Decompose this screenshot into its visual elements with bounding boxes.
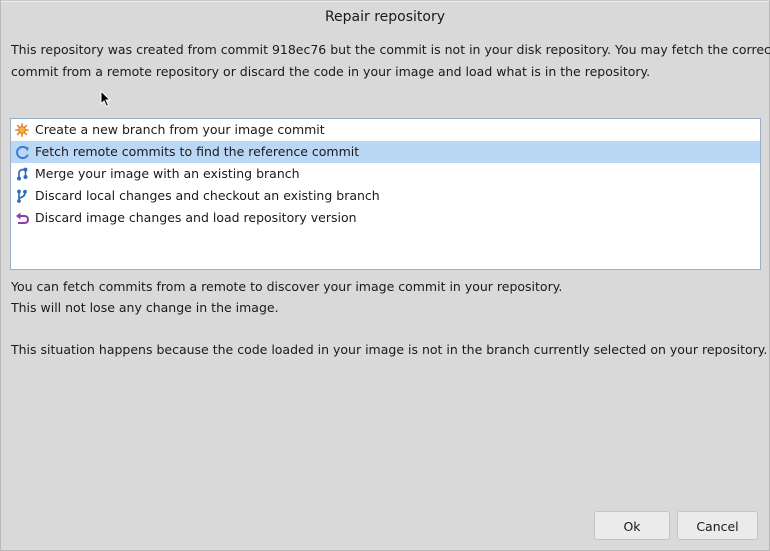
description-line-1: You can fetch commits from a remote to d… — [11, 279, 563, 294]
option-label: Create a new branch from your image comm… — [35, 122, 325, 137]
merge-icon — [14, 166, 30, 182]
description-line-2: This will not lose any change in the ima… — [11, 300, 279, 315]
intro-line-2: commit from a remote repository or disca… — [11, 63, 651, 79]
undo-icon — [14, 210, 30, 226]
option-merge-branch[interactable]: Merge your image with an existing branch — [11, 163, 760, 185]
refresh-icon — [14, 144, 30, 160]
option-fetch-remote[interactable]: Fetch remote commits to find the referen… — [11, 141, 760, 163]
intro-text: This repository was created from commit … — [11, 39, 770, 82]
option-label: Fetch remote commits to find the referen… — [35, 144, 360, 159]
star-burst-icon — [14, 122, 30, 138]
branch-icon — [14, 188, 30, 204]
option-label: Merge your image with an existing branch — [35, 166, 300, 181]
option-description: You can fetch commits from a remote to d… — [11, 276, 768, 360]
intro-line-1: This repository was created from commit … — [11, 42, 770, 57]
option-create-branch[interactable]: Create a new branch from your image comm… — [11, 119, 760, 141]
mouse-pointer-icon — [100, 90, 112, 108]
option-checkout-branch[interactable]: Discard local changes and checkout an ex… — [11, 185, 760, 207]
repair-repository-dialog: Repair repository This repository was cr… — [0, 0, 770, 551]
description-line-3: This situation happens because the code … — [11, 342, 768, 357]
option-discard-image[interactable]: Discard image changes and load repositor… — [11, 207, 760, 229]
option-label: Discard image changes and load repositor… — [35, 210, 357, 225]
titlebar-edge — [1, 1, 769, 2]
dialog-titlebar[interactable]: Repair repository — [1, 1, 769, 33]
option-label: Discard local changes and checkout an ex… — [35, 188, 380, 203]
ok-button[interactable]: Ok — [594, 511, 670, 540]
repair-options-list[interactable]: Create a new branch from your image comm… — [10, 118, 761, 270]
cancel-button[interactable]: Cancel — [677, 511, 758, 540]
dialog-title: Repair repository — [324, 9, 446, 25]
